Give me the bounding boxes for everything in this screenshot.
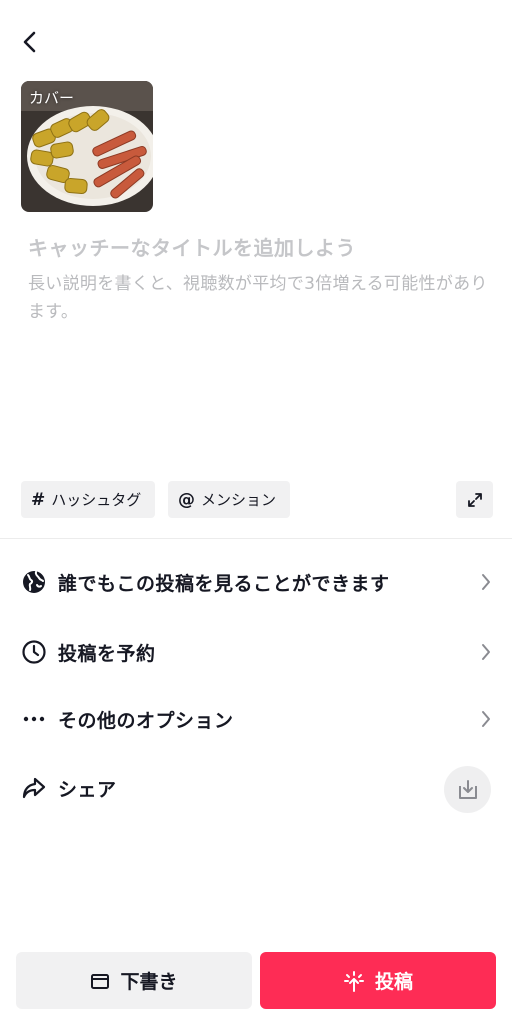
cover-thumbnail[interactable]: カバー (21, 81, 153, 212)
visibility-setting-row[interactable]: 誰でもこの投稿を見ることができます (0, 556, 512, 608)
download-icon (458, 779, 477, 799)
chevron-right-icon (478, 709, 494, 729)
hashtag-icon: # (31, 489, 46, 510)
hashtag-label: ハッシュタグ (51, 491, 142, 509)
share-row[interactable]: シェア (0, 762, 512, 814)
draft-button[interactable]: 下書き (16, 952, 252, 1009)
title-input[interactable]: キャッチーなタイトルを追加しよう (28, 232, 356, 261)
more-dots-icon (20, 705, 48, 733)
share-label: シェア (58, 778, 117, 801)
post-label: 投稿 (374, 971, 413, 993)
visibility-label: 誰でもこの投稿を見ることができます (58, 572, 390, 595)
globe-icon (20, 568, 48, 596)
mention-icon: @ (178, 489, 195, 510)
chevron-right-icon (478, 642, 494, 662)
sparkle-icon (343, 970, 365, 992)
clock-icon (20, 638, 48, 666)
back-button[interactable] (14, 26, 46, 58)
divider (0, 538, 512, 539)
more-options-row[interactable]: その他のオプション (0, 693, 512, 745)
hashtag-button[interactable]: # ハッシュタグ (21, 481, 155, 518)
schedule-post-row[interactable]: 投稿を予約 (0, 626, 512, 678)
expand-editor-button[interactable] (456, 481, 493, 518)
options-label: その他のオプション (58, 709, 234, 732)
cover-label: カバー (29, 89, 75, 107)
description-input[interactable]: 長い説明を書くと、視聴数が平均で3倍増える可能性があります。 (28, 270, 488, 326)
drafts-box-icon (90, 972, 110, 990)
share-icon (20, 774, 48, 802)
download-button[interactable] (444, 766, 491, 813)
schedule-label: 投稿を予約 (58, 642, 156, 665)
draft-label: 下書き (120, 971, 178, 993)
chevron-right-icon (478, 572, 494, 592)
mention-label: メンション (201, 491, 277, 509)
mention-button[interactable]: @ メンション (168, 481, 290, 518)
expand-icon (467, 492, 482, 507)
chevron-left-icon (23, 31, 36, 53)
post-button[interactable]: 投稿 (260, 952, 496, 1009)
